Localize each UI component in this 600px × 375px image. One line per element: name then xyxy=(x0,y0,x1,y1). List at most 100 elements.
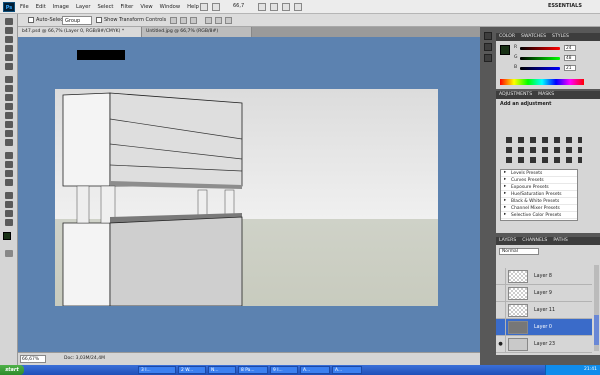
visibility-toggle[interactable] xyxy=(496,267,506,285)
history-brush-tool-icon[interactable] xyxy=(5,103,13,110)
channel-b-value[interactable]: 21 xyxy=(564,65,576,71)
actions-panel-icon[interactable] xyxy=(484,43,492,51)
align-middle-icon[interactable] xyxy=(180,17,187,24)
preset-levels[interactable]: Levels Presets xyxy=(501,170,577,177)
menu-select[interactable]: Select xyxy=(97,4,113,10)
eyedropper-tool-icon[interactable] xyxy=(5,63,13,70)
preset-exposure[interactable]: Exposure Presets xyxy=(501,184,577,191)
move-tool-icon[interactable] xyxy=(5,18,13,25)
channel-b-slider[interactable] xyxy=(520,67,560,70)
align-center-icon[interactable] xyxy=(215,17,222,24)
zoom-tool-icon[interactable] xyxy=(270,3,278,11)
auto-select-dropdown[interactable]: Group xyxy=(62,16,92,25)
blur-tool-icon[interactable] xyxy=(5,130,13,137)
marquee-tool-icon[interactable] xyxy=(5,27,13,34)
align-left-icon[interactable] xyxy=(205,17,212,24)
clone-stamp-tool-icon[interactable] xyxy=(5,94,13,101)
tab-styles[interactable]: STYLES xyxy=(552,34,569,40)
taskbar-item-5[interactable]: 9 I... xyxy=(270,366,298,374)
layer-row-9[interactable]: Layer 9 xyxy=(496,284,592,302)
start-button[interactable]: start xyxy=(0,365,24,375)
show-transform-checkbox[interactable] xyxy=(96,17,102,23)
visibility-toggle[interactable] xyxy=(496,301,506,319)
visibility-toggle[interactable] xyxy=(496,284,506,302)
preset-black-white[interactable]: Black & White Presets xyxy=(501,198,577,205)
tab-b47[interactable]: b47.psd @ 66,7% (Layer 0, RGB/8#/CMYK) * xyxy=(18,27,142,37)
preset-channel-mixer[interactable]: Channel Mixer Presets xyxy=(501,205,577,212)
bridge-icon[interactable] xyxy=(200,3,208,11)
menu-window[interactable]: Window xyxy=(160,4,180,10)
menu-layer[interactable]: Layer xyxy=(76,4,90,10)
crop-tool-icon[interactable] xyxy=(5,54,13,61)
preset-hue-saturation[interactable]: Hue/Saturation Presets xyxy=(501,191,577,198)
adjustment-icons-row-3[interactable] xyxy=(506,157,582,163)
quick-select-tool-icon[interactable] xyxy=(5,45,13,52)
hand-tool-icon[interactable] xyxy=(5,210,13,217)
taskbar-item-6[interactable]: A... xyxy=(300,366,330,374)
hand-tool-icon[interactable] xyxy=(258,3,266,11)
arrange-documents-icon[interactable] xyxy=(282,3,290,11)
preset-curves[interactable]: Curves Presets xyxy=(501,177,577,184)
align-top-icon[interactable] xyxy=(170,17,177,24)
align-right-icon[interactable] xyxy=(225,17,232,24)
layers-scrollbar[interactable] xyxy=(594,265,599,351)
blend-mode-dropdown[interactable]: Normal xyxy=(499,248,539,255)
tab-adjustments[interactable]: ADJUSTMENTS xyxy=(499,92,532,98)
channel-g-slider[interactable] xyxy=(520,57,560,60)
tab-layers[interactable]: LAYERS xyxy=(499,238,516,244)
taskbar-item-2[interactable]: 2 W... xyxy=(178,366,206,374)
menu-filter[interactable]: Filter xyxy=(120,4,133,10)
taskbar-item-7[interactable]: A... xyxy=(332,366,362,374)
tab-swatches[interactable]: SWATCHES xyxy=(521,34,546,40)
auto-select-checkbox[interactable] xyxy=(28,17,34,23)
menu-view[interactable]: View xyxy=(140,4,152,10)
align-bottom-icon[interactable] xyxy=(190,17,197,24)
healing-brush-tool-icon[interactable] xyxy=(5,76,13,83)
zoom-tool-icon[interactable] xyxy=(5,219,13,226)
minibridge-icon[interactable] xyxy=(212,3,220,11)
lasso-tool-icon[interactable] xyxy=(5,36,13,43)
gradient-tool-icon[interactable] xyxy=(5,121,13,128)
3d-orbit-tool-icon[interactable] xyxy=(5,201,13,208)
adjustment-icons-row-1[interactable] xyxy=(506,137,582,143)
history-panel-icon[interactable] xyxy=(484,32,492,40)
scrollbar-thumb[interactable] xyxy=(594,315,599,345)
menu-edit[interactable]: Edit xyxy=(36,4,46,10)
layer-row-23[interactable]: ● Layer 23 xyxy=(496,335,592,353)
layer-row-11[interactable]: Layer 11 xyxy=(496,301,592,319)
eraser-tool-icon[interactable] xyxy=(5,112,13,119)
preset-selective-color[interactable]: Selective Color Presets xyxy=(501,212,577,219)
screen-mode-icon[interactable] xyxy=(294,3,302,11)
tab-paths[interactable]: PATHS xyxy=(553,238,567,244)
tab-untitled[interactable]: Untitled.jpg @ 66,7% (RGB/8#) xyxy=(142,27,252,37)
shape-tool-icon[interactable] xyxy=(5,179,13,186)
taskbar-item-1[interactable]: 3 I... xyxy=(138,366,176,374)
taskbar-item-3[interactable]: N... xyxy=(208,366,236,374)
visibility-toggle[interactable] xyxy=(496,318,506,336)
channel-r-slider[interactable] xyxy=(520,47,560,50)
document-canvas[interactable] xyxy=(55,89,438,306)
eye-icon[interactable]: ● xyxy=(496,335,506,353)
adjustment-icons-row-2[interactable] xyxy=(506,147,582,153)
menu-help[interactable]: Help xyxy=(187,4,199,10)
pen-tool-icon[interactable] xyxy=(5,152,13,159)
quick-mask-icon[interactable] xyxy=(5,250,13,257)
tab-channels[interactable]: CHANNELS xyxy=(522,238,547,244)
tab-masks[interactable]: MASKS xyxy=(538,92,554,98)
menu-file[interactable]: File xyxy=(20,4,29,10)
layer-row-8[interactable]: Layer 8 xyxy=(496,267,592,285)
zoom-field[interactable]: 66,67% xyxy=(20,355,46,363)
channel-r-value[interactable]: 24 xyxy=(564,45,576,51)
foreground-color-chip[interactable] xyxy=(500,45,510,55)
brushes-panel-icon[interactable] xyxy=(484,54,492,62)
3d-rotate-tool-icon[interactable] xyxy=(5,192,13,199)
tab-color[interactable]: COLOR xyxy=(499,34,515,40)
workspace-switcher[interactable]: ESSENTIALS xyxy=(548,3,582,9)
taskbar-item-4[interactable]: 8 Pa... xyxy=(238,366,268,374)
menu-image[interactable]: Image xyxy=(53,4,69,10)
foreground-color-swatch[interactable] xyxy=(3,232,11,240)
channel-g-value[interactable]: 48 xyxy=(564,55,576,61)
path-select-tool-icon[interactable] xyxy=(5,170,13,177)
brush-tool-icon[interactable] xyxy=(5,85,13,92)
zoom-level[interactable]: 66,7 xyxy=(233,3,244,9)
